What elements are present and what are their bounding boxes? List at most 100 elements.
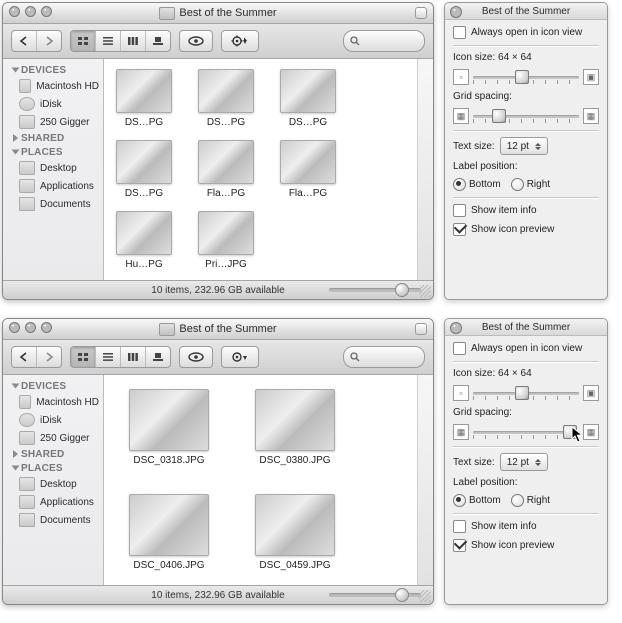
sidebar-item-macintosh-hd[interactable]: Macintosh HD: [3, 393, 103, 411]
file-item[interactable]: Fla…PG: [276, 140, 340, 199]
sidebar-item-250-gigger[interactable]: 250 Gigger: [3, 113, 103, 131]
finder-window-bottom: Best of the Summer: [2, 318, 434, 605]
coverflow-view-button[interactable]: [146, 347, 170, 367]
sidebar-item-applications[interactable]: Applications: [3, 177, 103, 195]
sidebar-header-shared[interactable]: SHARED: [3, 447, 103, 461]
text-size-menu[interactable]: 12 pt: [500, 453, 548, 471]
titlebar[interactable]: Best of the Summer: [3, 3, 433, 24]
sidebar-item-idisk[interactable]: iDisk: [3, 95, 103, 113]
minimize-icon[interactable]: [25, 322, 36, 333]
zoom-icon[interactable]: [41, 6, 52, 17]
resize-handle[interactable]: [419, 590, 431, 602]
sidebar-header-places[interactable]: PLACES: [3, 145, 103, 159]
always-open-checkbox[interactable]: [453, 342, 466, 355]
search-field[interactable]: [343, 30, 425, 52]
scrollbar[interactable]: [417, 375, 433, 585]
action-menu-button[interactable]: [221, 30, 259, 52]
text-size-label: Text size:: [453, 457, 495, 468]
icon-view-button[interactable]: [71, 347, 96, 367]
file-item[interactable]: DS…PG: [112, 69, 176, 128]
minimize-icon[interactable]: [25, 6, 36, 17]
inspector-title: Best of the Summer: [482, 322, 570, 333]
sidebar-item-desktop[interactable]: Desktop: [3, 159, 103, 177]
grid-spacing-slider-top[interactable]: [473, 109, 579, 123]
icon-size-slider[interactable]: [329, 590, 409, 600]
icon-pane[interactable]: DSC_0318.JPG DSC_0380.JPG DSC_0406.JPG DSC_…: [104, 375, 417, 585]
label-right-radio[interactable]: [511, 494, 524, 507]
sidebar-item-macintosh-hd[interactable]: Macintosh HD: [3, 77, 103, 95]
sidebar-item-applications[interactable]: Applications: [3, 493, 103, 511]
quicklook-button[interactable]: [179, 30, 213, 52]
file-item[interactable]: DS…PG: [194, 69, 258, 128]
sidebar-header-shared[interactable]: SHARED: [3, 131, 103, 145]
finder-window-top: Best of the Summer: [2, 2, 434, 300]
forward-button[interactable]: [37, 31, 61, 51]
sidebar-item-idisk[interactable]: iDisk: [3, 411, 103, 429]
show-item-info-checkbox[interactable]: [453, 520, 466, 533]
inspector-titlebar[interactable]: Best of the Summer: [445, 319, 607, 336]
label-right-radio[interactable]: [511, 178, 524, 191]
file-item[interactable]: DSC_0318.JPG: [124, 389, 214, 466]
titlebar[interactable]: Best of the Summer: [3, 319, 433, 340]
thumbnail-icon: [280, 69, 336, 113]
file-item[interactable]: Fla…PG: [194, 140, 258, 199]
file-label: DSC_0380.JPG: [259, 455, 330, 466]
close-icon[interactable]: [450, 322, 462, 334]
nav-back-forward: [11, 30, 62, 52]
inspector-titlebar[interactable]: Best of the Summer: [445, 3, 607, 20]
file-item[interactable]: DSC_0406.JPG: [124, 494, 214, 571]
show-icon-preview-checkbox[interactable]: [453, 539, 466, 552]
file-label: DSC_0406.JPG: [133, 560, 204, 571]
thumbnail-icon: [129, 389, 209, 451]
back-button[interactable]: [12, 347, 37, 367]
column-view-button[interactable]: [121, 347, 146, 367]
list-view-button[interactable]: [96, 347, 121, 367]
file-item[interactable]: DS…PG: [276, 69, 340, 128]
file-item[interactable]: DSC_0380.JPG: [250, 389, 340, 466]
back-button[interactable]: [12, 31, 37, 51]
icon-size-slider[interactable]: [329, 285, 409, 295]
show-item-info-checkbox[interactable]: [453, 204, 466, 217]
icon-pane[interactable]: DS…PG DS…PG DS…PG DS…PG Fla…PG Fla…PG Hu…PG Pri…: [104, 59, 417, 280]
label-position-label: Label position:: [453, 477, 599, 488]
sidebar-item-documents[interactable]: Documents: [3, 195, 103, 213]
forward-button[interactable]: [37, 347, 61, 367]
always-open-checkbox[interactable]: [453, 26, 466, 39]
close-icon[interactable]: [9, 6, 20, 17]
nav-back-forward: [11, 346, 62, 368]
toolbar-toggle-button[interactable]: [415, 323, 427, 335]
action-menu-button[interactable]: [221, 346, 259, 368]
icon-size-slider[interactable]: [473, 70, 579, 84]
column-view-button[interactable]: [121, 31, 146, 51]
label-bottom-radio[interactable]: [453, 178, 466, 191]
sidebar-header-places[interactable]: PLACES: [3, 461, 103, 475]
sidebar-item-documents[interactable]: Documents: [3, 511, 103, 529]
quicklook-button[interactable]: [179, 346, 213, 368]
thumbnail-icon: [129, 494, 209, 556]
toolbar-toggle-button[interactable]: [415, 7, 427, 19]
list-view-button[interactable]: [96, 31, 121, 51]
close-icon[interactable]: [9, 322, 20, 333]
file-item[interactable]: Pri…JPG: [194, 211, 258, 270]
status-bar: 10 items, 232.96 GB available: [3, 585, 433, 604]
resize-handle[interactable]: [419, 285, 431, 297]
show-icon-preview-checkbox[interactable]: [453, 223, 466, 236]
file-item[interactable]: DSC_0459.JPG: [250, 494, 340, 571]
sidebar-header-devices[interactable]: DEVICES: [3, 63, 103, 77]
sidebar-item-250-gigger[interactable]: 250 Gigger: [3, 429, 103, 447]
text-size-menu[interactable]: 12 pt: [500, 137, 548, 155]
icon-size-slider[interactable]: [473, 386, 579, 400]
sidebar-item-desktop[interactable]: Desktop: [3, 475, 103, 493]
search-field[interactable]: [343, 346, 425, 368]
grid-spacing-slider-bottom[interactable]: [473, 425, 579, 439]
coverflow-view-button[interactable]: [146, 31, 170, 51]
close-icon[interactable]: [450, 6, 462, 18]
file-item[interactable]: Hu…PG: [112, 211, 176, 270]
scrollbar[interactable]: [417, 59, 433, 280]
label-bottom-radio[interactable]: [453, 494, 466, 507]
icon-view-button[interactable]: [71, 31, 96, 51]
file-item[interactable]: DS…PG: [112, 140, 176, 199]
zoom-icon[interactable]: [41, 322, 52, 333]
sidebar-header-devices[interactable]: DEVICES: [3, 379, 103, 393]
show-item-info-label: Show item info: [471, 521, 537, 532]
